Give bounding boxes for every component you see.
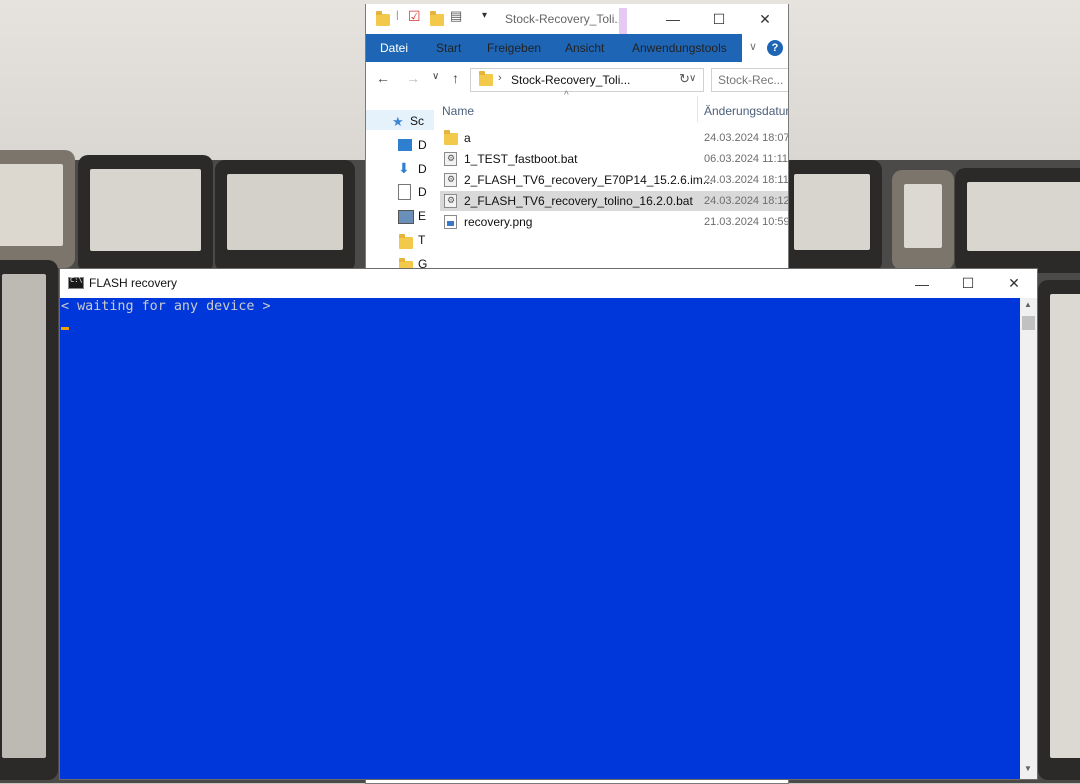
window-title: Stock-Recovery_Toli... bbox=[505, 12, 625, 26]
batch-file-icon bbox=[444, 173, 457, 187]
batch-file-icon bbox=[444, 152, 457, 166]
tab-anwendungstools[interactable]: Anwendungstools bbox=[632, 34, 727, 62]
forward-icon[interactable]: → bbox=[406, 70, 420, 86]
ereader-photo bbox=[78, 155, 213, 273]
file-date: 21.03.2024 10:59 bbox=[704, 216, 789, 228]
address-path[interactable]: Stock-Recovery_Toli... bbox=[511, 73, 630, 87]
close-button[interactable]: ✕ bbox=[991, 269, 1037, 298]
document-icon bbox=[398, 184, 411, 200]
ereader-photo bbox=[0, 150, 75, 268]
column-header-date[interactable]: Änderungsdatum bbox=[704, 104, 788, 118]
console-output-area[interactable]: < waiting for any device > bbox=[60, 298, 1020, 779]
ereader-photo bbox=[0, 260, 58, 780]
text-cursor bbox=[61, 327, 69, 330]
file-name: 2_FLASH_TV6_recovery_tolino_16.2.0.bat bbox=[464, 194, 693, 208]
file-date: 24.03.2024 18:11 bbox=[704, 174, 789, 186]
recent-locations-icon[interactable]: ∨ bbox=[432, 71, 439, 82]
file-name: 1_TEST_fastboot.bat bbox=[464, 152, 578, 166]
pictures-icon bbox=[398, 210, 414, 224]
download-icon: ⬇ bbox=[398, 160, 410, 176]
nav-item-documents[interactable]: D bbox=[418, 185, 427, 199]
file-row[interactable]: a 24.03.2024 18:07 bbox=[440, 128, 788, 148]
command-prompt-icon bbox=[68, 276, 84, 289]
customize-icon[interactable]: ▤ bbox=[450, 8, 464, 24]
nav-item-desktop[interactable]: D bbox=[418, 138, 427, 152]
address-bar-row: ← → ∨ ↑ › Stock-Recovery_Toli... ∨ ↻ Sto… bbox=[366, 62, 788, 96]
folder-icon bbox=[376, 10, 390, 26]
tab-start[interactable]: Start bbox=[436, 34, 461, 62]
breadcrumb-separator-icon: › bbox=[498, 72, 502, 84]
file-date: 24.03.2024 18:12 bbox=[704, 195, 789, 207]
file-name: recovery.png bbox=[464, 215, 533, 229]
nav-item-quick-access[interactable]: Sc bbox=[410, 114, 424, 128]
search-placeholder: Stock-Rec... bbox=[718, 73, 784, 87]
back-icon[interactable]: ← bbox=[376, 70, 390, 86]
image-file-icon bbox=[444, 215, 457, 229]
scroll-down-icon[interactable]: ▼ bbox=[1024, 764, 1032, 773]
console-title-bar[interactable]: FLASH recovery — ☐ ✕ bbox=[60, 269, 1037, 298]
address-dropdown-icon[interactable]: ∨ bbox=[689, 73, 696, 84]
up-icon[interactable]: ↑ bbox=[452, 70, 459, 86]
tab-freigeben[interactable]: Freigeben bbox=[487, 34, 541, 62]
console-output-line: < waiting for any device > bbox=[61, 299, 271, 314]
column-divider[interactable] bbox=[697, 96, 698, 122]
folder-icon bbox=[479, 71, 493, 86]
folder-icon bbox=[399, 234, 413, 249]
explorer-title-bar[interactable]: | ☑ ▤ ▾ Stock-Recovery_Toli... — ☐ ✕ bbox=[366, 4, 788, 34]
ereader-photo bbox=[1038, 280, 1080, 780]
app-tools-accent bbox=[619, 8, 627, 34]
ribbon-tabs: Datei Start Freigeben Ansicht Anwendungs… bbox=[366, 34, 788, 63]
file-row[interactable]: 2_FLASH_TV6_recovery_E70P14_15.2.6.im...… bbox=[440, 170, 788, 190]
scrollbar-thumb[interactable] bbox=[1022, 316, 1035, 330]
minimize-button[interactable]: — bbox=[650, 4, 696, 34]
folder-icon bbox=[444, 130, 458, 147]
file-name: 2_FLASH_TV6_recovery_E70P14_15.2.6.im... bbox=[464, 173, 713, 187]
scroll-up-icon[interactable]: ▲ bbox=[1024, 300, 1032, 309]
file-row[interactable]: 1_TEST_fastboot.bat 06.03.2024 11:11 bbox=[440, 149, 788, 169]
batch-file-icon bbox=[444, 194, 457, 208]
quick-access-dropdown-icon[interactable]: ▾ bbox=[482, 10, 496, 26]
address-bar[interactable]: › Stock-Recovery_Toli... ∨ bbox=[470, 68, 704, 92]
new-folder-icon[interactable] bbox=[430, 10, 444, 26]
ereader-photo bbox=[782, 160, 882, 272]
sort-ascending-icon: ^ bbox=[564, 90, 569, 101]
console-title: FLASH recovery bbox=[89, 276, 178, 290]
search-input[interactable]: Stock-Rec... bbox=[711, 68, 788, 92]
maximize-button[interactable]: ☐ bbox=[696, 4, 742, 34]
help-icon[interactable]: ? bbox=[767, 40, 783, 56]
file-row[interactable]: recovery.png 21.03.2024 10:59 bbox=[440, 212, 788, 232]
ereader-photo bbox=[892, 170, 954, 270]
minimize-button[interactable]: — bbox=[899, 269, 945, 298]
tab-ansicht[interactable]: Ansicht bbox=[565, 34, 604, 62]
nav-item-pictures[interactable]: E bbox=[418, 209, 426, 223]
ereader-photo bbox=[955, 168, 1080, 273]
maximize-button[interactable]: ☐ bbox=[945, 269, 991, 298]
file-date: 24.03.2024 18:07 bbox=[704, 132, 789, 144]
desktop-icon bbox=[398, 139, 412, 151]
file-row-selected[interactable]: 2_FLASH_TV6_recovery_tolino_16.2.0.bat 2… bbox=[440, 191, 788, 211]
expand-ribbon-icon[interactable]: ∨ bbox=[749, 40, 757, 53]
column-header-name[interactable]: Name bbox=[442, 104, 474, 118]
close-button[interactable]: ✕ bbox=[742, 4, 788, 34]
nav-item-folder[interactable]: T bbox=[418, 233, 425, 247]
nav-item-downloads[interactable]: D bbox=[418, 162, 427, 176]
ereader-photo bbox=[215, 160, 355, 272]
console-window[interactable]: FLASH recovery — ☐ ✕ < waiting for any d… bbox=[59, 268, 1038, 780]
refresh-icon[interactable]: ↻ bbox=[679, 71, 690, 87]
file-name: a bbox=[464, 131, 471, 145]
console-scrollbar[interactable]: ▲ ▼ bbox=[1020, 298, 1037, 779]
properties-icon[interactable]: ☑ bbox=[408, 8, 422, 24]
star-icon: ★ bbox=[392, 114, 404, 129]
file-date: 06.03.2024 11:11 bbox=[704, 153, 789, 165]
